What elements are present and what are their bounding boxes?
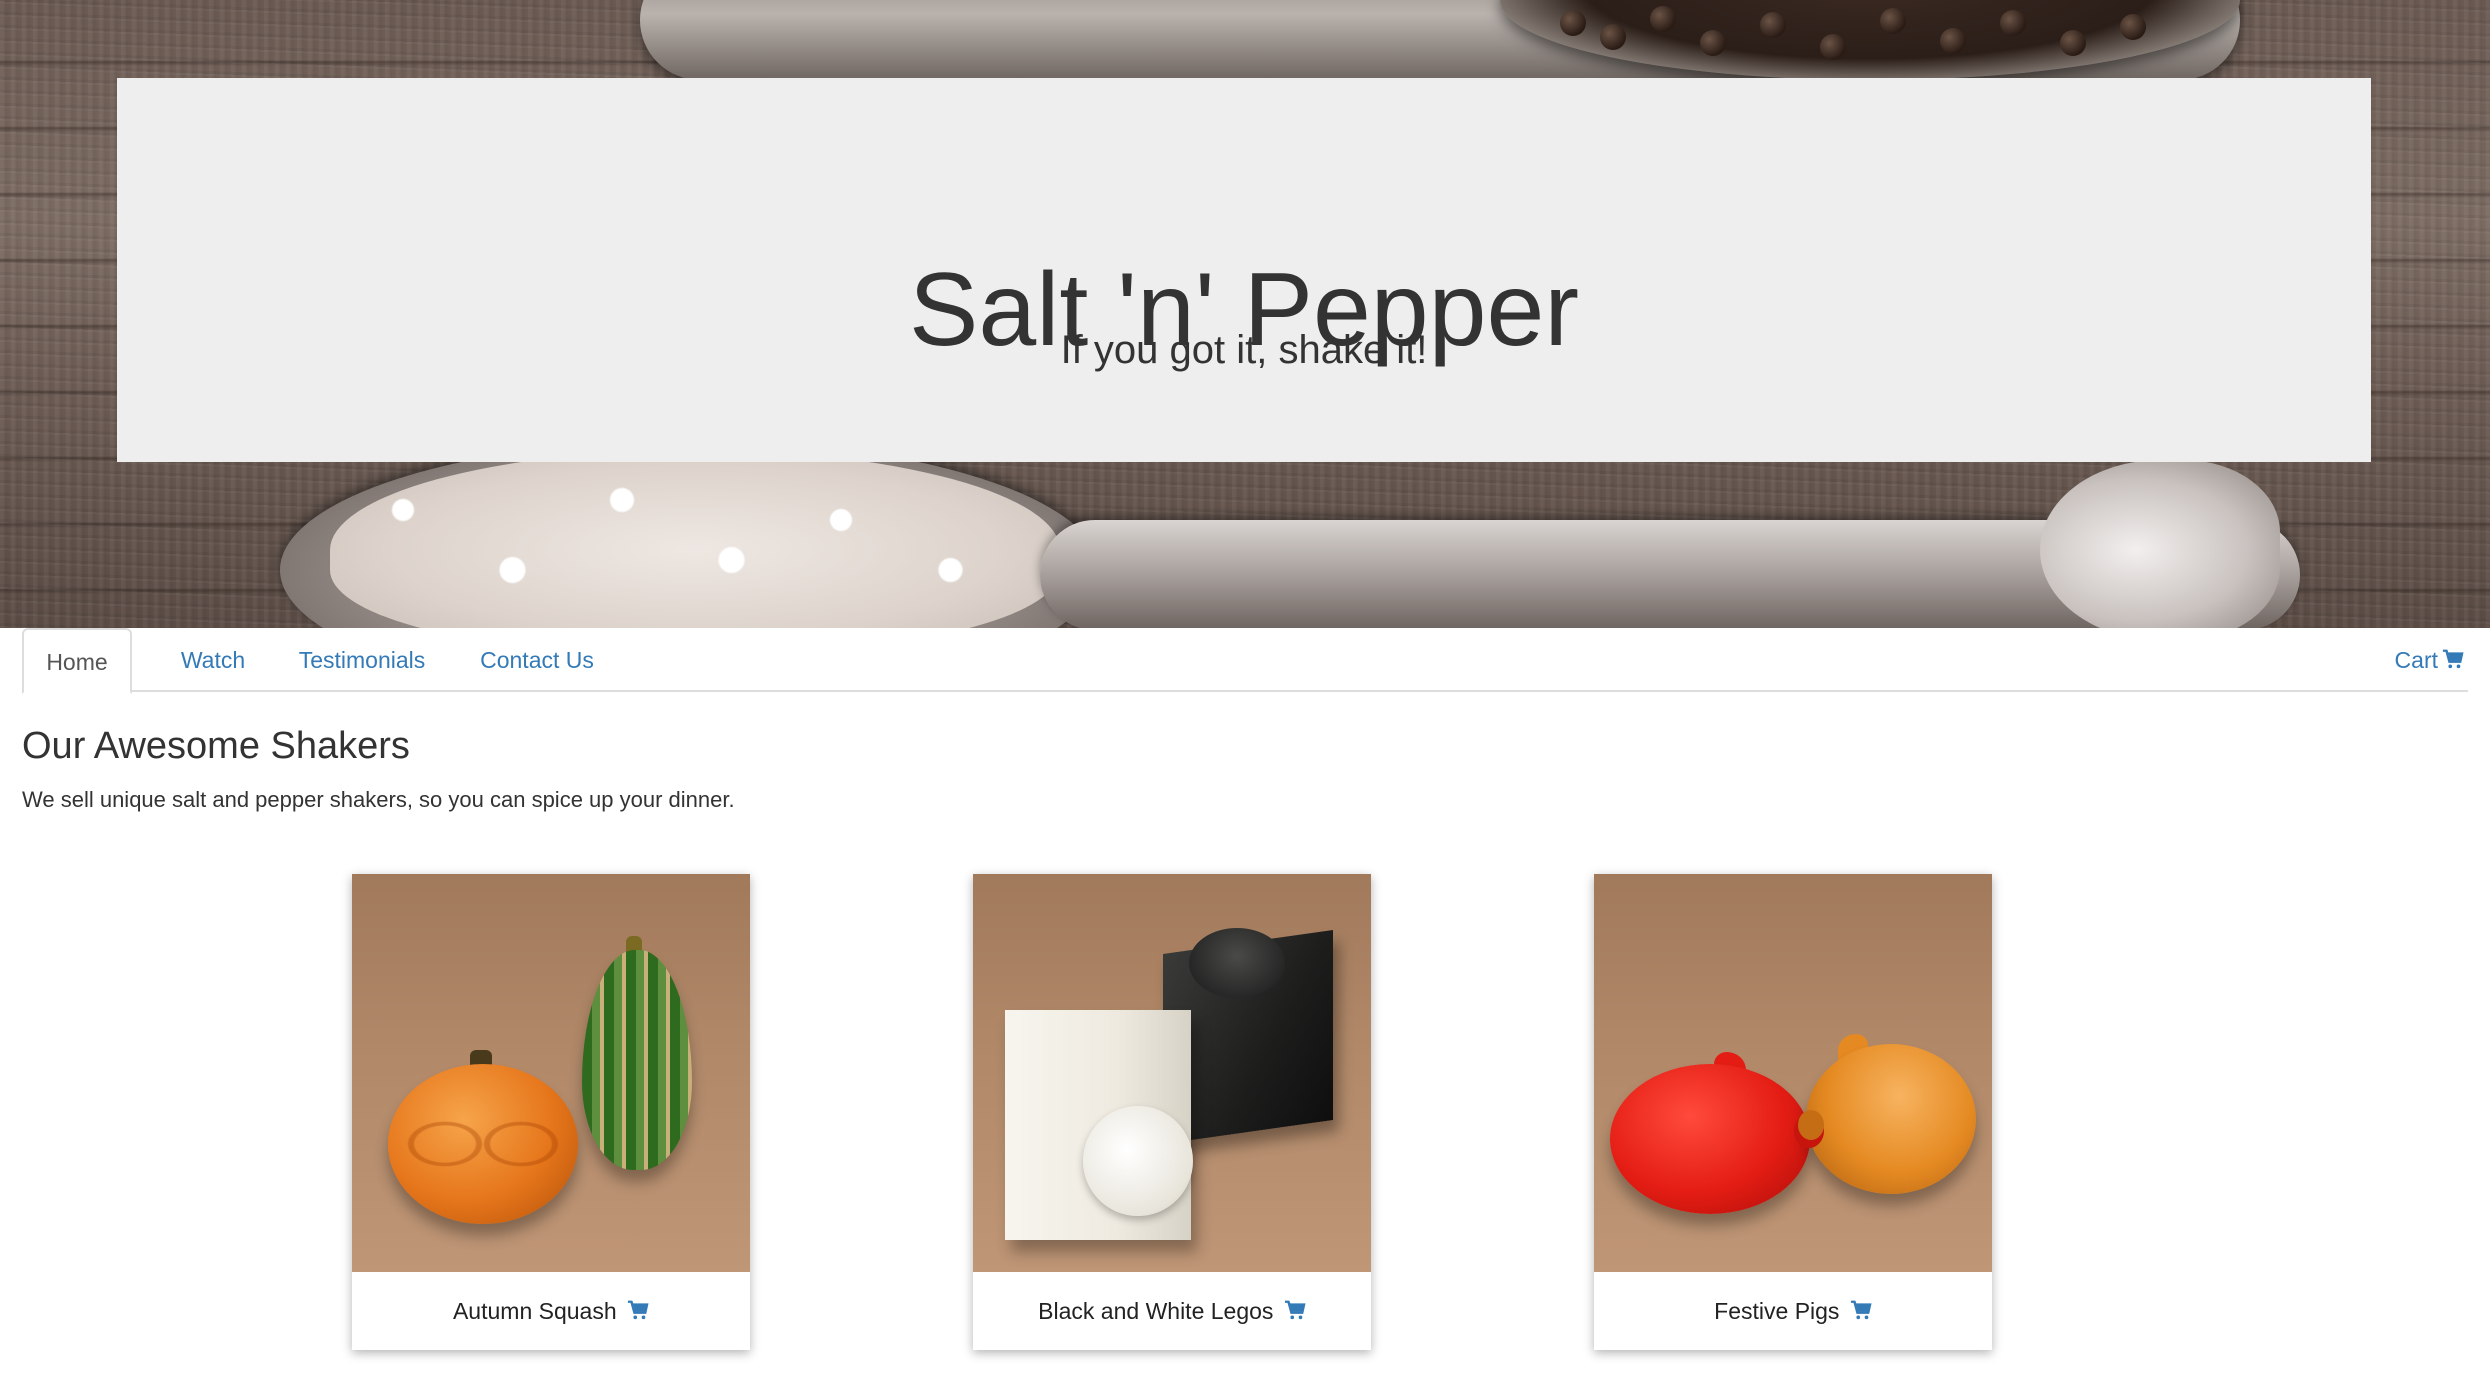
peppercorn <box>1940 28 1966 54</box>
peppercorn <box>2060 30 2086 56</box>
green-squash-shape <box>582 950 692 1170</box>
peppercorn <box>1700 30 1726 56</box>
cart-icon[interactable] <box>1284 1274 1306 1352</box>
peppercorn <box>1600 24 1626 50</box>
peppercorn <box>1820 34 1846 60</box>
section-title: Our Awesome Shakers <box>22 725 410 767</box>
product-card-autumn-squash[interactable]: Autumn Squash <box>352 874 750 1350</box>
product-name: Autumn Squash <box>452 1298 617 1324</box>
product-caption[interactable]: Black and White Legos <box>973 1272 1371 1350</box>
product-image-autumn-squash[interactable] <box>352 874 750 1272</box>
red-pig-shape <box>1610 1064 1810 1214</box>
product-card-black-and-white-legos[interactable]: Black and White Legos <box>973 874 1371 1350</box>
product-image-festive-pigs[interactable] <box>1594 874 1992 1272</box>
tab-testimonials[interactable]: Testimonials <box>282 628 442 692</box>
peppercorn <box>2120 14 2146 40</box>
product-name: Black and White Legos <box>1038 1298 1274 1324</box>
tab-contact-us[interactable]: Contact Us <box>452 628 622 692</box>
site-tagline: If you got it, shake it! <box>1060 328 1428 372</box>
product-card-festive-pigs[interactable]: Festive Pigs <box>1594 874 1992 1350</box>
section-description: We sell unique salt and pepper shakers, … <box>22 787 735 812</box>
bottom-spoon-tip-image <box>2040 460 2280 628</box>
peppercorn <box>1880 8 1906 34</box>
cart-icon[interactable] <box>1850 1274 1872 1352</box>
peppercorn <box>1650 6 1676 32</box>
product-image-black-and-white-legos[interactable] <box>973 874 1371 1272</box>
orange-pig-snout-shape <box>1798 1110 1824 1140</box>
peppercorn <box>2000 10 2026 36</box>
product-name: Festive Pigs <box>1714 1298 1840 1324</box>
peppercorn <box>1760 12 1786 38</box>
cart-icon[interactable] <box>627 1274 649 1352</box>
nav-tabs: Home Watch Testimonials Contact Us Cart <box>22 628 2468 694</box>
product-caption[interactable]: Festive Pigs <box>1594 1272 1992 1350</box>
peppercorn <box>1560 10 1586 36</box>
pumpkin-shape <box>388 1064 578 1224</box>
jumbotron: Salt 'n' Pepper If you got it, shake it! <box>117 78 2371 462</box>
tab-home[interactable]: Home <box>22 628 132 694</box>
orange-pig-shape <box>1806 1044 1976 1194</box>
black-lego-stud-shape <box>1189 928 1285 998</box>
tab-watch[interactable]: Watch <box>158 628 268 692</box>
hero-banner: Salt 'n' Pepper If you got it, shake it! <box>0 0 2490 628</box>
white-lego-stud-shape <box>1083 1106 1193 1216</box>
cart-label: Cart <box>2394 647 2438 673</box>
product-caption[interactable]: Autumn Squash <box>352 1272 750 1350</box>
cart-link[interactable]: Cart <box>2374 628 2468 692</box>
cart-icon <box>2442 630 2464 694</box>
